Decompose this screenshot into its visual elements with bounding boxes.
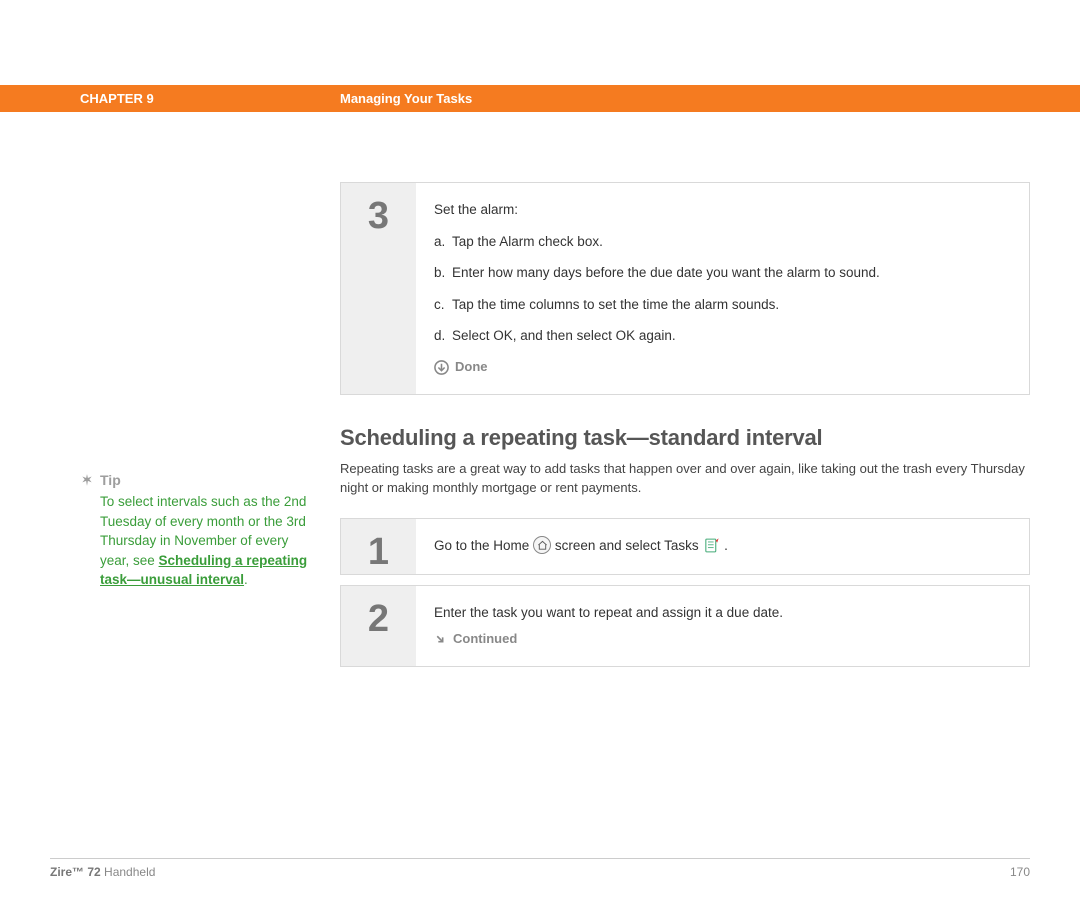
page-footer: Zire™ 72 Handheld 170 xyxy=(50,858,1030,879)
step-1-card: 1 Go to the Home screen and select Tasks… xyxy=(340,518,1030,575)
li-label: c. xyxy=(434,294,452,316)
continued-label: Continued xyxy=(453,629,517,650)
product-name: Zire™ 72 Handheld xyxy=(50,865,155,879)
step-body: Go to the Home screen and select Tasks . xyxy=(416,519,1029,574)
step-number: 1 xyxy=(368,531,389,574)
list-item: d.Select OK, and then select OK again. xyxy=(434,325,1011,347)
step-number: 2 xyxy=(368,598,389,641)
step1-text-mid: screen and select Tasks xyxy=(555,538,703,553)
done-arrow-icon xyxy=(434,360,449,375)
step1-text-post: . xyxy=(724,538,728,553)
step2-text: Enter the task you want to repeat and as… xyxy=(434,602,1011,624)
list-item: a.Tap the Alarm check box. xyxy=(434,231,1011,253)
li-label: a. xyxy=(434,231,452,253)
section-intro: Repeating tasks are a great way to add t… xyxy=(340,459,1030,498)
step-lead: Set the alarm: xyxy=(434,199,1011,221)
continued-arrow-icon xyxy=(434,633,447,646)
chapter-title: Managing Your Tasks xyxy=(340,91,472,106)
step1-text-pre: Go to the Home xyxy=(434,538,533,553)
li-label: d. xyxy=(434,325,452,347)
done-label: Done xyxy=(455,357,488,378)
li-text: Enter how many days before the due date … xyxy=(452,265,880,280)
chapter-header: CHAPTER 9 Managing Your Tasks xyxy=(0,85,1080,112)
tasks-icon xyxy=(702,536,720,554)
main-column: 3 Set the alarm: a.Tap the Alarm check b… xyxy=(340,182,1030,677)
product-bold: Zire™ 72 xyxy=(50,865,101,879)
li-text: Tap the time columns to set the time the… xyxy=(452,297,779,312)
list-item: c.Tap the time columns to set the time t… xyxy=(434,294,1011,316)
asterisk-icon xyxy=(80,473,94,487)
continued-row: Continued xyxy=(434,629,1011,650)
sidebar: Tip To select intervals such as the 2nd … xyxy=(80,182,340,677)
li-text: Tap the Alarm check box. xyxy=(452,234,603,249)
product-rest: Handheld xyxy=(101,865,156,879)
done-row: Done xyxy=(434,357,1011,378)
step-number-cell: 1 xyxy=(341,519,416,574)
li-label: b. xyxy=(434,262,452,284)
chapter-label: CHAPTER 9 xyxy=(80,91,340,106)
sub-step-list: a.Tap the Alarm check box. b.Enter how m… xyxy=(434,231,1011,347)
li-text: Select OK, and then select OK again. xyxy=(452,328,676,343)
section-title: Scheduling a repeating task—standard int… xyxy=(340,425,1030,451)
tip-label: Tip xyxy=(100,472,121,488)
list-item: b.Enter how many days before the due dat… xyxy=(434,262,1011,284)
step-2-card: 2 Enter the task you want to repeat and … xyxy=(340,585,1030,667)
tip-body: To select intervals such as the 2nd Tues… xyxy=(100,492,320,590)
step-body: Enter the task you want to repeat and as… xyxy=(416,586,1029,666)
step-3-card: 3 Set the alarm: a.Tap the Alarm check b… xyxy=(340,182,1030,395)
step-number: 3 xyxy=(368,195,389,238)
tip-box: Tip To select intervals such as the 2nd … xyxy=(80,472,320,590)
tip-heading: Tip xyxy=(80,472,320,488)
page-body: Tip To select intervals such as the 2nd … xyxy=(0,182,1080,677)
tip-text-post: . xyxy=(244,572,248,587)
home-icon xyxy=(533,536,551,554)
step-number-cell: 3 xyxy=(341,183,416,394)
step-body: Set the alarm: a.Tap the Alarm check box… xyxy=(416,183,1029,394)
page-number: 170 xyxy=(1010,865,1030,879)
step-number-cell: 2 xyxy=(341,586,416,666)
